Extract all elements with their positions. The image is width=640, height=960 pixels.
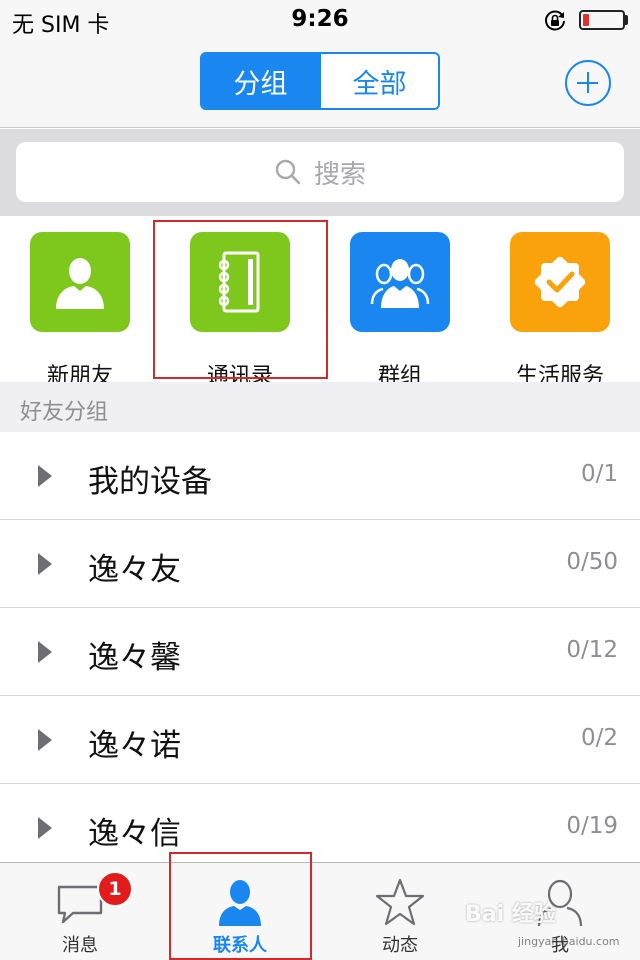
person-icon — [30, 232, 130, 332]
highlight-annotation — [153, 220, 328, 379]
watermark-logo: Bai 经验 — [465, 902, 556, 927]
friend-group-list: 我的设备 0/1 逸々友 0/50 逸々馨 0/12 逸々诺 0/2 逸々信 0… — [0, 432, 640, 862]
list-item[interactable]: 逸々馨 0/12 — [0, 608, 640, 696]
unread-badge: 1 — [97, 871, 133, 907]
search-icon — [275, 159, 301, 185]
search-input[interactable]: 搜索 — [16, 142, 624, 202]
battery-tip — [625, 15, 628, 25]
chevron-right-icon — [38, 729, 52, 751]
segmented-control: 分组 全部 — [200, 52, 440, 110]
tab-moments[interactable]: 动态 — [320, 863, 480, 960]
group-name: 我的设备 — [88, 464, 212, 500]
list-item[interactable]: 逸々信 0/19 — [0, 784, 640, 862]
segment-all[interactable]: 全部 — [319, 54, 438, 108]
group-count: 0/1 — [580, 461, 618, 487]
tab-label: 消息 — [62, 935, 98, 956]
list-item[interactable]: 逸々诺 0/2 — [0, 696, 640, 784]
group-icon — [350, 232, 450, 332]
chevron-right-icon — [38, 817, 52, 839]
list-item[interactable]: 我的设备 0/1 — [0, 432, 640, 520]
tile-life-services[interactable]: 生活服务 — [510, 232, 610, 389]
chevron-right-icon — [38, 465, 52, 487]
tile-groups[interactable]: 群组 — [350, 232, 450, 389]
chevron-right-icon — [38, 641, 52, 663]
tab-messages[interactable]: 1 消息 — [0, 863, 160, 960]
star-icon — [375, 878, 425, 926]
group-count: 0/19 — [566, 813, 618, 839]
group-name: 逸々友 — [88, 552, 181, 588]
friend-groups-header: 好友分组 — [0, 382, 640, 432]
chevron-right-icon — [38, 553, 52, 575]
battery-low-icon — [579, 10, 625, 30]
group-count: 0/12 — [566, 637, 618, 663]
status-bar: 无 SIM 卡 9:26 — [0, 0, 640, 40]
tile-new-friends[interactable]: 新朋友 — [30, 232, 130, 389]
search-area: 搜索 — [0, 129, 640, 216]
group-count: 0/2 — [580, 725, 618, 751]
contacts-screen: 无 SIM 卡 9:26 分组 全部 搜索 新朋友 通讯录 群组 生活服务 好友… — [0, 0, 640, 960]
badge-check-icon — [510, 232, 610, 332]
segment-groups[interactable]: 分组 — [202, 54, 319, 108]
tab-label: 动态 — [382, 935, 418, 956]
add-contact-button[interactable] — [565, 60, 611, 106]
rotation-lock-icon — [545, 10, 565, 31]
list-item[interactable]: 逸々友 0/50 — [0, 520, 640, 608]
group-count: 0/50 — [566, 549, 618, 575]
watermark-url: jingyan.baidu.com — [518, 935, 620, 948]
group-name: 逸々信 — [88, 816, 181, 852]
section-title: 好友分组 — [20, 400, 109, 425]
highlight-annotation — [169, 852, 312, 960]
group-name: 逸々馨 — [88, 640, 181, 676]
group-name: 逸々诺 — [88, 728, 181, 764]
battery-level — [583, 14, 589, 26]
search-placeholder: 搜索 — [313, 159, 366, 190]
nav-bar: 分组 全部 — [0, 40, 640, 128]
